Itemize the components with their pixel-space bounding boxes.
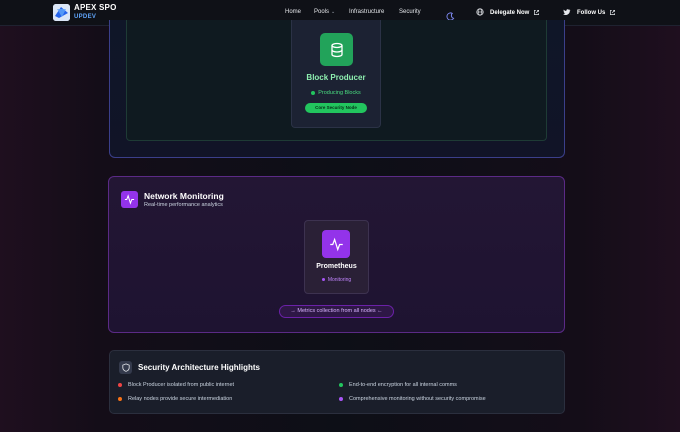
follow-us-link[interactable]: Follow Us [563,8,616,18]
metrics-collection-pill: → Metrics collection from all nodes ← [279,305,394,318]
highlight-item: Relay nodes provide secure intermediatio… [118,396,232,402]
highlight-item: Comprehensive monitoring without securit… [339,396,486,402]
nav-security[interactable]: Security [399,9,421,15]
bullet-icon [118,383,122,387]
database-icon [320,33,353,66]
prometheus-status-label: Monitoring [327,277,352,283]
bullet-icon [339,397,343,401]
shield-icon [119,361,132,374]
brand-title[interactable]: APEX SPO [74,3,117,12]
twitter-icon [563,8,571,18]
highlight-text: End-to-end encryption for all internal c… [349,382,457,388]
status-dot [311,90,316,95]
block-producer-status-label: Producing Blocks [318,90,361,96]
highlight-text: Block Producer isolated from public inte… [128,382,235,388]
security-highlights-title: Security Architecture Highlights [138,363,260,372]
external-link-icon [533,9,540,18]
brand-subtitle: UPDEV [74,14,97,20]
activity-icon [121,191,138,208]
nav-home[interactable]: Home [285,9,301,15]
highlight-text: Relay nodes provide secure intermediatio… [128,396,233,402]
nav-infrastructure[interactable]: Infrastructure [349,9,384,15]
activity-icon [322,230,350,258]
highlight-item: Block Producer isolated from public inte… [118,382,234,388]
highlight-text: Comprehensive monitoring without securit… [349,396,486,402]
nav-pools[interactable]: Pools ⌄ [314,9,335,15]
status-dot [321,278,325,282]
block-producer-status: Producing Blocks [291,90,381,96]
external-link-icon [609,9,616,18]
prometheus-title: Prometheus [316,263,357,270]
highlight-item: End-to-end encryption for all internal c… [339,382,457,388]
apex-logo-icon[interactable] [53,4,70,21]
network-monitoring-title: Network Monitoring [144,191,224,201]
network-monitoring-subtitle: Real-time performance analytics [144,202,223,208]
moon-icon[interactable] [446,8,455,21]
delegate-now-link[interactable]: Delegate Now [476,8,540,18]
block-producer-title: Block Producer [306,73,366,82]
delegate-now-label: Delegate Now [490,10,530,16]
globe-icon [476,8,484,18]
chevron-down-icon: ⌄ [331,9,336,15]
core-security-node-badge: Core Security Node [305,103,367,113]
prometheus-status: Monitoring [304,277,369,283]
bullet-icon [339,383,343,387]
follow-us-label: Follow Us [577,10,606,16]
bullet-icon [118,397,122,401]
nav-pools-label: Pools [314,9,330,15]
